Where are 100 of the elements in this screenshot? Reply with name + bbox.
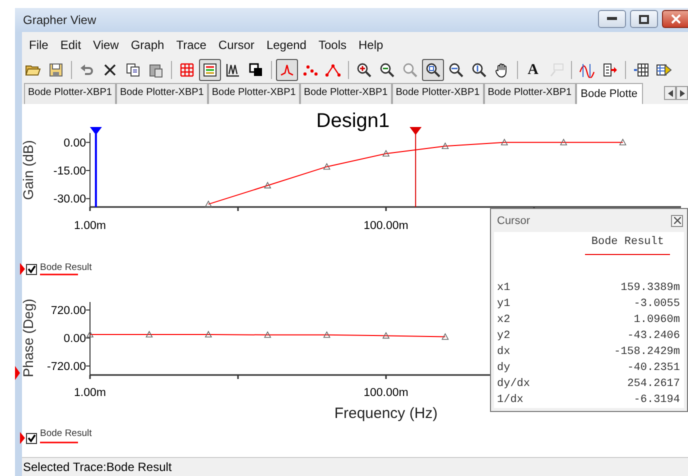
reading-label: dx	[497, 345, 510, 360]
menu-item[interactable]: Trace	[170, 38, 212, 52]
data-marker	[86, 330, 94, 338]
axis-tick-label: 1.00m	[74, 387, 106, 399]
tab[interactable]: Bode Plotter-XBP1	[116, 83, 208, 104]
tab[interactable]: Bode Plotter-XBP1	[392, 83, 484, 104]
close-button[interactable]	[662, 10, 688, 28]
peak-line-icon	[279, 62, 295, 78]
tab[interactable]: Bode Plotter-XBP1	[208, 83, 300, 104]
minimize-icon	[607, 17, 617, 21]
legend-icon	[202, 62, 218, 78]
data-marker	[382, 332, 390, 339]
reading-value: -3.0055	[634, 297, 680, 312]
tab[interactable]: Bode Plotte	[576, 83, 642, 104]
axis-tick-label: 720.00	[50, 304, 86, 317]
line-style-button[interactable]	[276, 59, 298, 81]
data-marker	[264, 182, 272, 188]
overlapping-squares-icon	[248, 62, 264, 78]
reading-value: 254.2617	[627, 377, 680, 392]
reading-label: x2	[497, 313, 510, 328]
reading-label: dy	[497, 361, 510, 376]
axis-tick-label: 100.00m	[364, 220, 408, 232]
zoom-in-icon	[356, 62, 372, 78]
maximize-icon	[639, 14, 649, 24]
axis-tick-label: -15.00	[53, 165, 86, 178]
menu-item[interactable]: Tools	[312, 38, 352, 52]
axis-tick-label: 1.00m	[74, 220, 106, 232]
right-arrow-icon	[680, 90, 684, 96]
text-button[interactable]: A	[522, 59, 544, 81]
menu-item[interactable]: View	[87, 38, 125, 52]
line-with-dots-icon	[325, 62, 341, 78]
reading-label: 1/dx	[497, 393, 524, 408]
data-marker	[619, 138, 626, 146]
clipboard-icon	[148, 62, 164, 78]
data-marker	[146, 330, 153, 338]
legend-button[interactable]	[199, 59, 221, 81]
grid-icon	[179, 62, 195, 78]
trace-name: Bode Result	[585, 236, 670, 255]
left-arrow-icon	[668, 90, 672, 96]
export-icon	[602, 62, 618, 78]
zoom-out-icon	[379, 62, 395, 78]
close-icon	[670, 14, 680, 24]
data-marker	[442, 333, 449, 340]
scroll-left-button[interactable]	[664, 86, 676, 100]
menu-item[interactable]: File	[23, 38, 54, 52]
data-marker	[204, 200, 212, 208]
close-button[interactable]	[671, 214, 683, 226]
checkbox[interactable]	[26, 433, 37, 444]
axis-title: Frequency (Hz)	[334, 405, 438, 422]
axis-tick-label: -720.00	[46, 361, 86, 374]
menu-item[interactable]: Cursor	[212, 38, 260, 52]
scroll-right-button[interactable]	[676, 86, 688, 100]
tab[interactable]: Bode Plotter-XBP1	[484, 83, 576, 104]
reading-value: -43.2406	[627, 329, 680, 344]
zoom-vertical-icon	[471, 62, 487, 78]
maximize-button[interactable]	[630, 10, 658, 28]
axis-title: Phase (Deg)	[20, 298, 36, 378]
axis-tick-label: -30.00	[53, 194, 86, 206]
data-marker	[264, 331, 272, 338]
close-icon	[674, 217, 680, 224]
axis-title: Gain (dB)	[20, 140, 36, 200]
cross-icon	[102, 62, 118, 78]
copy-icon	[125, 62, 141, 78]
menu-item[interactable]: Legend	[260, 38, 312, 52]
axis-tick-label: 100.00m	[364, 387, 408, 399]
legend-label: Bode Result	[40, 262, 92, 273]
menu-item[interactable]: Edit	[54, 38, 88, 52]
panel-title: Cursor	[497, 214, 530, 226]
data-marker	[204, 330, 212, 338]
label-icon	[548, 62, 564, 78]
data-marker	[442, 142, 449, 150]
reading-value: 159.3389m	[620, 281, 680, 296]
data-marker	[323, 331, 330, 338]
data-marker	[560, 138, 568, 146]
wave-cursors-icon	[579, 62, 595, 78]
reading-value: -40.2351	[627, 361, 680, 376]
reading-label: y2	[497, 329, 510, 344]
graph-icon	[225, 62, 241, 78]
reading-label: y1	[497, 297, 510, 312]
zoom-horizontal-icon	[448, 62, 464, 78]
reading-value: 1.0960m	[634, 313, 680, 328]
tab[interactable]: Bode Plotter-XBP1	[24, 83, 116, 104]
checkbox[interactable]	[26, 264, 37, 275]
reading-label: x1	[497, 281, 510, 296]
undo-icon	[79, 62, 95, 78]
data-marker	[323, 162, 330, 170]
zoom-area-button[interactable]	[422, 59, 444, 81]
axis-tick-label: 0.00	[64, 333, 86, 346]
table-icon	[633, 62, 649, 78]
reading-value: -158.2429m	[614, 345, 680, 360]
axis-tick-label: 0.00	[64, 137, 86, 150]
chart-title: Design1	[316, 110, 390, 132]
magnifier-icon	[402, 62, 418, 78]
reading-value: -6.3194	[634, 393, 680, 408]
cursor-line[interactable]	[90, 127, 102, 207]
data-marker	[382, 150, 390, 157]
minimize-button[interactable]	[598, 10, 626, 28]
menu-item[interactable]: Help	[352, 38, 390, 52]
menu-item[interactable]: Graph	[124, 38, 170, 52]
tab[interactable]: Bode Plotter-XBP1	[300, 83, 392, 104]
